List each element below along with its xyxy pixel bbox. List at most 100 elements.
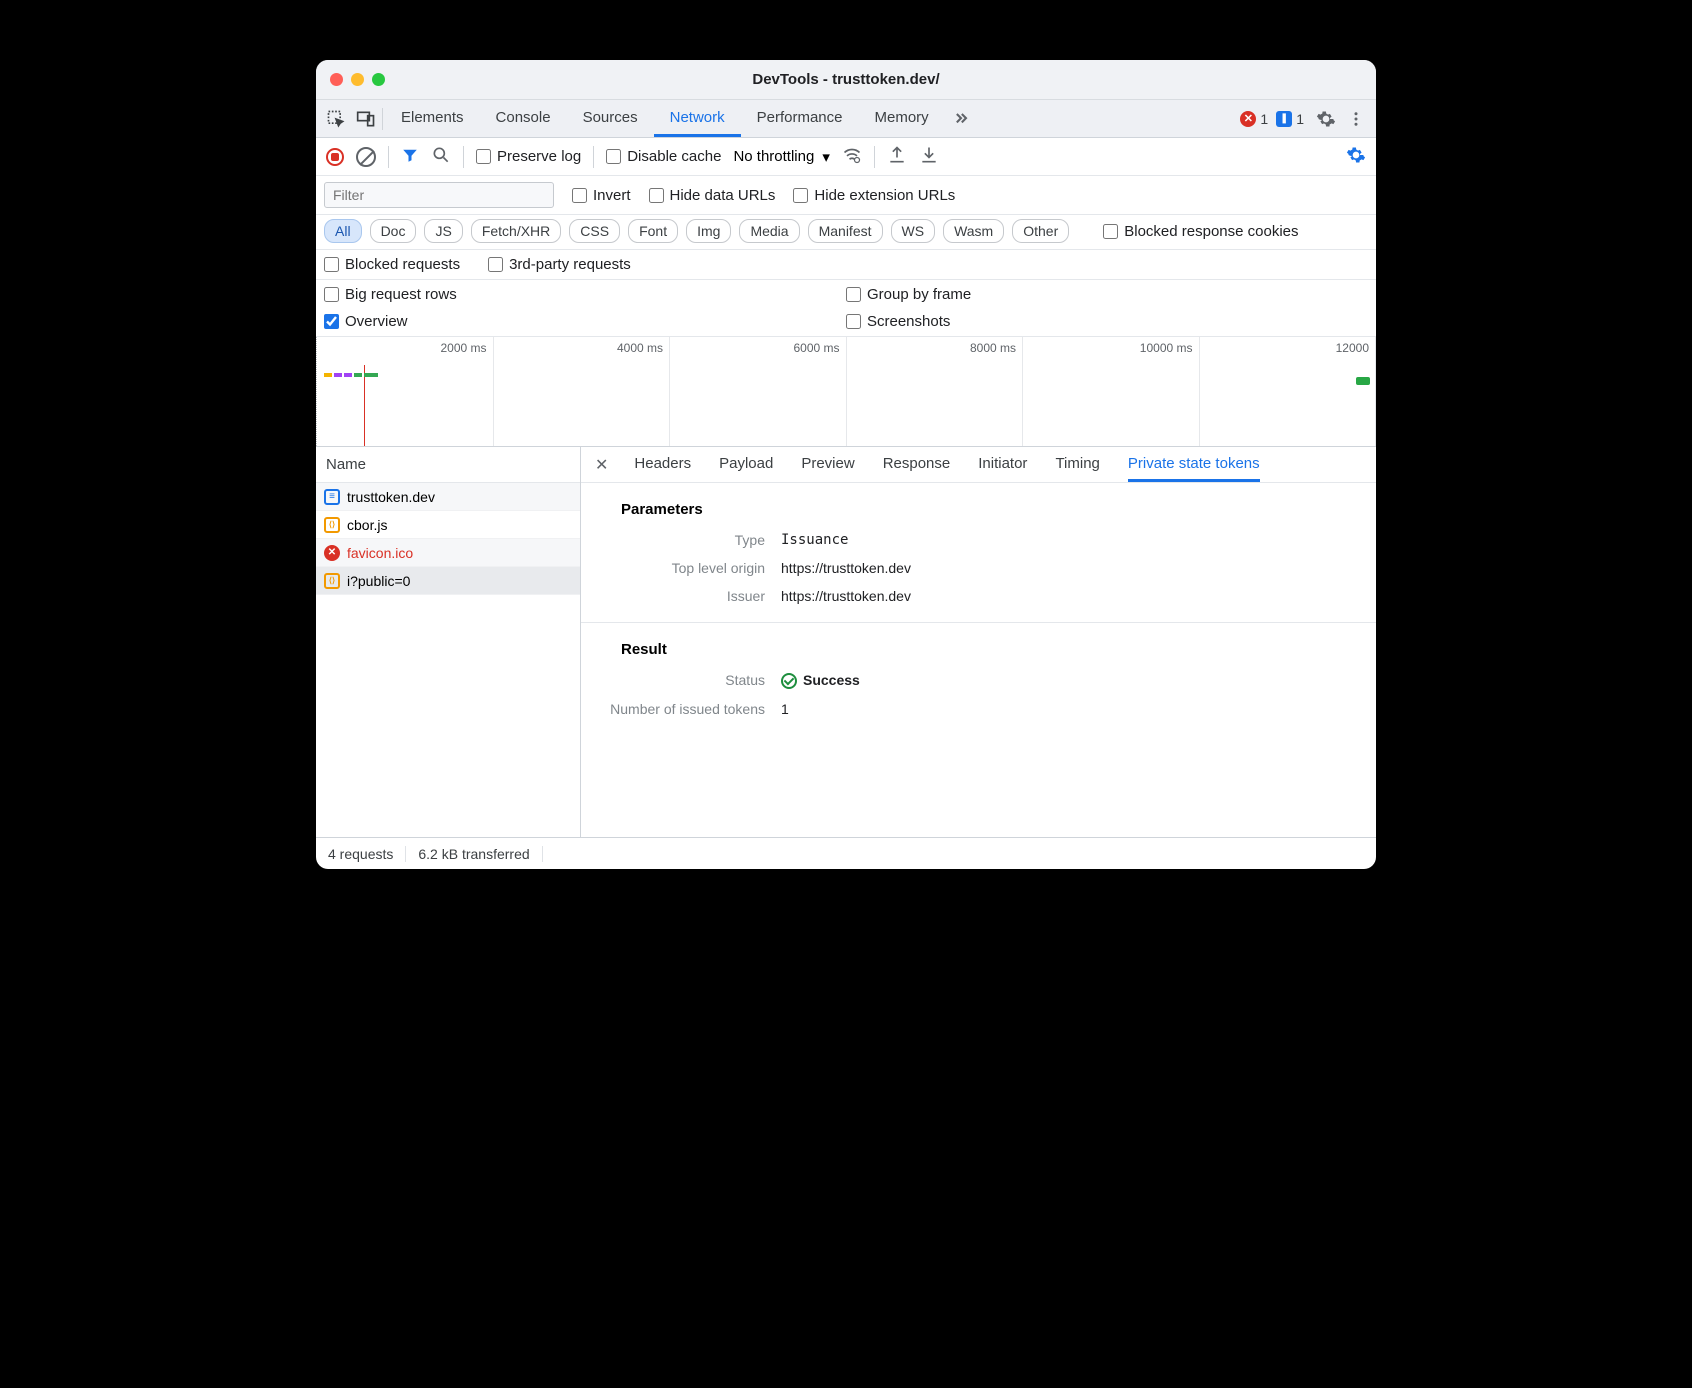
param-value: https://trusttoken.dev — [781, 560, 911, 576]
filter-icon[interactable] — [401, 146, 419, 167]
type-chip-manifest[interactable]: Manifest — [808, 219, 883, 243]
js-icon: ⟨⟩ — [324, 517, 340, 533]
js-icon: ⟨⟩ — [324, 573, 340, 589]
hide-data-urls-checkbox[interactable]: Hide data URLs — [649, 187, 776, 204]
type-chip-media[interactable]: Media — [739, 219, 799, 243]
third-party-checkbox[interactable]: 3rd-party requests — [488, 256, 631, 273]
preserve-log-label: Preserve log — [497, 148, 581, 165]
tab-console[interactable]: Console — [480, 100, 567, 137]
blocked-requests-checkbox[interactable]: Blocked requests — [324, 256, 460, 273]
error-badge[interactable]: ✕ 1 — [1240, 111, 1268, 127]
timeline-column: 2000 ms — [316, 337, 494, 446]
search-icon[interactable] — [431, 145, 451, 168]
message-badge[interactable]: ❚ 1 — [1276, 111, 1304, 127]
status-bar: 4 requests 6.2 kB transferred — [316, 837, 1376, 869]
param-key: Issuer — [581, 588, 781, 604]
divider — [874, 146, 875, 168]
request-row[interactable]: ≡trusttoken.dev — [316, 483, 580, 511]
record-button[interactable] — [326, 148, 344, 166]
filter-input[interactable] — [324, 182, 554, 208]
screenshots-checkbox[interactable]: Screenshots — [846, 313, 1368, 330]
minimize-window-button[interactable] — [351, 73, 364, 86]
tab-network[interactable]: Network — [654, 100, 741, 137]
big-rows-checkbox[interactable]: Big request rows — [324, 286, 846, 303]
tab-memory[interactable]: Memory — [859, 100, 945, 137]
device-toggle-icon[interactable] — [352, 105, 380, 133]
settings-icon[interactable] — [1312, 105, 1340, 133]
err-icon: ✕ — [324, 545, 340, 561]
type-chip-font[interactable]: Font — [628, 219, 678, 243]
blocked-requests-label: Blocked requests — [345, 256, 460, 273]
detail-tab-response[interactable]: Response — [883, 447, 951, 482]
type-chip-doc[interactable]: Doc — [370, 219, 417, 243]
type-chip-js[interactable]: JS — [424, 219, 462, 243]
tab-performance[interactable]: Performance — [741, 100, 859, 137]
maximize-window-button[interactable] — [372, 73, 385, 86]
type-chip-css[interactable]: CSS — [569, 219, 620, 243]
detail-tab-headers[interactable]: Headers — [634, 447, 691, 482]
detail-tab-initiator[interactable]: Initiator — [978, 447, 1027, 482]
type-chip-wasm[interactable]: Wasm — [943, 219, 1004, 243]
detail-tabs: ✕ Headers Payload Preview Response Initiator… — [581, 447, 1376, 483]
type-chip-ws[interactable]: WS — [891, 219, 936, 243]
transferred-size: 6.2 kB transferred — [406, 846, 542, 862]
request-row[interactable]: ⟨⟩cbor.js — [316, 511, 580, 539]
request-list-header[interactable]: Name — [316, 447, 580, 483]
timeline-tick-label: 10000 ms — [1140, 341, 1193, 355]
request-name: trusttoken.dev — [347, 489, 435, 505]
request-list: Name ≡trusttoken.dev⟨⟩cbor.js ✕ favicon.ic… — [316, 447, 581, 837]
panel-tabstrip: ElementsConsoleSourcesNetworkPerformance… — [316, 100, 1376, 138]
disable-cache-checkbox[interactable]: Disable cache — [606, 148, 721, 165]
inspect-icon[interactable] — [322, 105, 350, 133]
timeline-column: 10000 ms — [1023, 337, 1200, 446]
download-har-icon[interactable] — [919, 145, 939, 168]
preserve-log-checkbox[interactable]: Preserve log — [476, 148, 581, 165]
type-chip-other[interactable]: Other — [1012, 219, 1069, 243]
timeline-tick-label: 2000 ms — [440, 341, 486, 355]
detail-tab-preview[interactable]: Preview — [801, 447, 854, 482]
upload-har-icon[interactable] — [887, 145, 907, 168]
detail-tab-payload[interactable]: Payload — [719, 447, 773, 482]
tab-elements[interactable]: Elements — [385, 100, 480, 137]
view-options: Big request rows Overview Group by frame… — [316, 280, 1376, 337]
invert-checkbox[interactable]: Invert — [572, 187, 631, 204]
type-filter-row: All Doc JS Fetch/XHR CSS Font Img Media Manifest… — [316, 215, 1376, 250]
timeline-tick-label: 12000 — [1336, 341, 1369, 355]
request-row[interactable]: ⟨⟩i?public=0 — [316, 567, 580, 595]
type-chip-img[interactable]: Img — [686, 219, 731, 243]
param-key: Type — [581, 532, 781, 548]
type-chip-fetch-xhr[interactable]: Fetch/XHR — [471, 219, 561, 243]
timeline-column: 12000 — [1200, 337, 1377, 446]
detail-tab-private-state-tokens[interactable]: Private state tokens — [1128, 447, 1260, 482]
more-tabs-icon[interactable] — [947, 105, 975, 133]
detail-tab-timing[interactable]: Timing — [1055, 447, 1099, 482]
divider — [388, 146, 389, 168]
request-row[interactable]: ✕ favicon.ico — [316, 539, 580, 567]
tokens-value: 1 — [781, 701, 789, 717]
network-conditions-icon[interactable] — [842, 145, 862, 168]
message-icon: ❚ — [1276, 111, 1292, 127]
divider — [593, 146, 594, 168]
close-window-button[interactable] — [330, 73, 343, 86]
param-value: https://trusttoken.dev — [781, 588, 911, 604]
group-frame-checkbox[interactable]: Group by frame — [846, 286, 1368, 303]
timeline-overview[interactable]: 2000 ms4000 ms6000 ms8000 ms10000 ms1200… — [316, 337, 1376, 447]
clear-button[interactable] — [356, 147, 376, 167]
timeline-column: 8000 ms — [847, 337, 1024, 446]
timeline-marks — [324, 373, 378, 377]
blocked-cookies-label: Blocked response cookies — [1124, 223, 1298, 240]
close-details-button[interactable]: ✕ — [595, 455, 614, 475]
blocked-cookies-checkbox[interactable]: Blocked response cookies — [1103, 223, 1298, 240]
request-name: favicon.ico — [347, 545, 413, 561]
screenshots-label: Screenshots — [867, 313, 950, 330]
hide-extension-urls-checkbox[interactable]: Hide extension URLs — [793, 187, 955, 204]
type-chip-all[interactable]: All — [324, 219, 362, 243]
tab-sources[interactable]: Sources — [567, 100, 654, 137]
kebab-menu-icon[interactable] — [1342, 105, 1370, 133]
param-row: TypeIssuance — [581, 526, 1376, 554]
third-party-label: 3rd-party requests — [509, 256, 631, 273]
overview-checkbox[interactable]: Overview — [324, 313, 846, 330]
throttling-select[interactable]: No throttling ▾ — [733, 148, 829, 166]
network-settings-icon[interactable] — [1346, 145, 1366, 168]
divider — [382, 108, 383, 130]
